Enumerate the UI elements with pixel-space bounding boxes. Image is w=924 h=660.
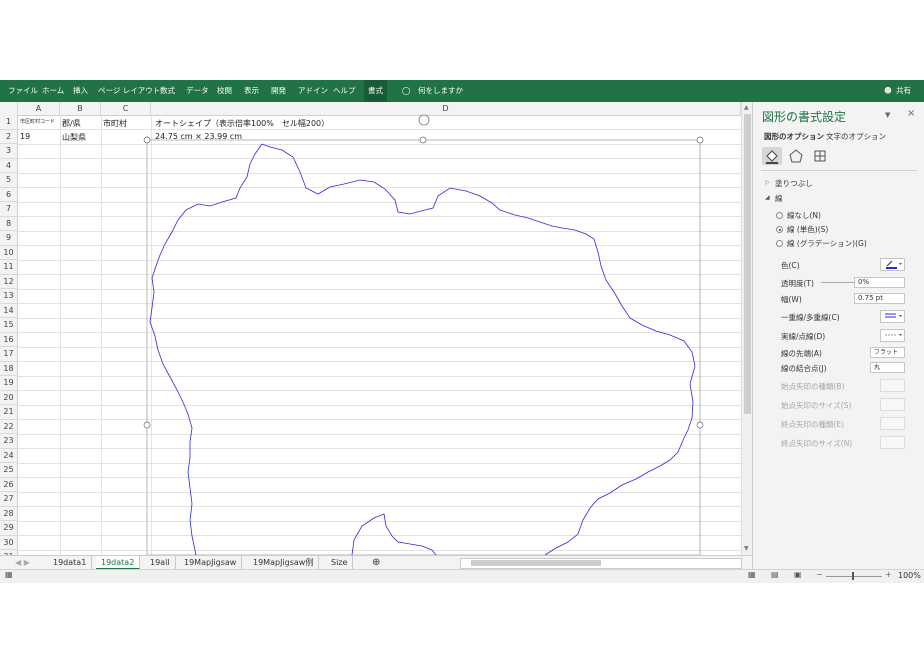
- cap-type-dropdown[interactable]: フラット: [870, 347, 905, 358]
- selection-frame: [146, 139, 701, 555]
- sheet-tab[interactable]: 19MapJigsaw: [179, 556, 243, 570]
- sheet-tab[interactable]: 19all: [145, 556, 176, 570]
- sheet-nav-icon[interactable]: ◀ ▶: [10, 556, 35, 570]
- radio-solid-line[interactable]: [776, 226, 783, 233]
- tab-view[interactable]: 表示: [244, 80, 259, 102]
- begin-arrow-size-label: 始点矢印のサイズ(S): [781, 401, 852, 410]
- resize-handle[interactable]: [419, 136, 427, 144]
- tab-review[interactable]: 校閲: [217, 80, 232, 102]
- freeform-shape[interactable]: [0, 102, 741, 555]
- transparency-slider[interactable]: [821, 282, 854, 283]
- end-arrow-size-label: 終点矢印のサイズ(N): [781, 439, 853, 448]
- join-type-value: 丸: [874, 364, 881, 371]
- lightbulb-icon: ◯: [402, 86, 411, 95]
- macro-record-icon[interactable]: ▦: [5, 570, 13, 579]
- end-arrow-type-dropdown[interactable]: [880, 417, 905, 430]
- zoom-out-icon[interactable]: −: [816, 570, 823, 579]
- radio-no-line-label[interactable]: 線なし(N): [787, 210, 821, 221]
- tab-file[interactable]: ファイル: [8, 80, 38, 102]
- join-type-dropdown[interactable]: 丸: [870, 362, 905, 373]
- pane-options-icon[interactable]: ▼: [885, 111, 890, 119]
- scroll-up-icon[interactable]: ▲: [744, 104, 749, 111]
- section-line[interactable]: 線: [775, 193, 783, 204]
- radio-no-line[interactable]: [776, 212, 783, 219]
- status-bar: ▦ ▦ ▤ ▣ − + 100%: [0, 569, 924, 583]
- tab-page-layout[interactable]: ページ レイアウト: [98, 80, 160, 102]
- sheet-tab-bar: ◀ ▶ 19data1 19data2 19all 19MapJigsaw 19…: [0, 555, 752, 570]
- page-break-view-icon[interactable]: ▣: [794, 570, 802, 579]
- pane-divider: [761, 170, 917, 171]
- sheet-tab-active[interactable]: 19data2: [96, 556, 141, 570]
- add-sheet-icon[interactable]: ⊕: [367, 556, 385, 570]
- page-layout-view-icon[interactable]: ▤: [771, 570, 779, 579]
- chevron-right-icon[interactable]: ▷: [765, 179, 770, 186]
- horizontal-scrollbar[interactable]: [460, 558, 742, 569]
- radio-solid-line-label[interactable]: 線 (単色)(S): [787, 224, 828, 235]
- close-icon[interactable]: ×: [907, 108, 915, 119]
- section-fill[interactable]: 塗りつぶし: [775, 178, 813, 189]
- transparency-input[interactable]: 0%: [854, 277, 905, 288]
- zoom-level[interactable]: 100%: [898, 571, 921, 580]
- compound-type-label: 一重線/多重線(C): [781, 313, 840, 322]
- zoom-in-icon[interactable]: +: [885, 570, 892, 579]
- horizontal-scroll-thumb[interactable]: [471, 560, 601, 566]
- zoom-slider-thumb[interactable]: [852, 572, 854, 580]
- cap-type-value: フラット: [874, 349, 899, 356]
- tab-formulas[interactable]: 数式: [160, 80, 175, 102]
- tab-data[interactable]: データ: [186, 80, 209, 102]
- tab-format[interactable]: 書式: [364, 80, 387, 102]
- effects-icon[interactable]: [787, 147, 805, 165]
- radio-gradient-line-label[interactable]: 線 (グラデーション)(G): [787, 238, 867, 249]
- person-icon: ☻: [884, 86, 892, 95]
- size-properties-icon[interactable]: [811, 147, 829, 165]
- compound-type-dropdown[interactable]: [880, 310, 905, 323]
- scroll-down-icon[interactable]: ▼: [744, 545, 749, 552]
- map-outline[interactable]: [261, 143, 696, 555]
- sheet-tab[interactable]: 19MapJigsaw例: [248, 556, 320, 570]
- tab-home[interactable]: ホーム: [42, 80, 64, 102]
- scroll-thumb[interactable]: [744, 114, 751, 414]
- chevron-down-icon[interactable]: ◢: [765, 194, 770, 201]
- line-color-picker[interactable]: [880, 258, 905, 271]
- color-label: 色(C): [781, 261, 800, 270]
- tab-shape-options[interactable]: 図形のオプション: [764, 131, 824, 142]
- begin-arrow-type-label: 始点矢印の種類(B): [781, 382, 845, 391]
- resize-handle[interactable]: [143, 136, 151, 144]
- tab-developer[interactable]: 開発: [271, 80, 286, 102]
- end-arrow-type-label: 終点矢印の種類(E): [781, 420, 845, 429]
- ribbon-tab-bar: ファイル ホーム 挿入 ページ レイアウト 数式 データ 校閲 表示 開発 アド…: [0, 80, 924, 102]
- zoom-slider[interactable]: [826, 576, 882, 577]
- normal-view-icon[interactable]: ▦: [748, 570, 756, 579]
- width-input[interactable]: 0.75 pt: [854, 293, 905, 304]
- tab-insert[interactable]: 挿入: [73, 80, 88, 102]
- cap-type-label: 線の先端(A): [781, 349, 822, 358]
- format-shape-pane: 図形の書式設定 ▼ × 図形のオプション 文字のオプション ▷ 塗りつぶし ◢ …: [752, 102, 924, 569]
- map-outline-left[interactable]: [149, 143, 263, 555]
- width-label: 幅(W): [781, 295, 802, 304]
- resize-handle[interactable]: [143, 421, 151, 429]
- pane-title: 図形の書式設定: [762, 110, 847, 124]
- resize-handle[interactable]: [696, 421, 704, 429]
- transparency-label: 透明度(T): [781, 279, 814, 288]
- sheet-tab[interactable]: Size: [326, 556, 354, 570]
- begin-arrow-size-dropdown[interactable]: [880, 398, 905, 411]
- rotate-handle[interactable]: [418, 114, 430, 126]
- fill-line-icon[interactable]: [762, 147, 782, 165]
- sheet-tab[interactable]: 19data1: [48, 556, 93, 570]
- begin-arrow-type-dropdown[interactable]: [880, 379, 905, 392]
- share-button[interactable]: 共有: [896, 80, 911, 102]
- tab-addins[interactable]: アドイン: [298, 80, 328, 102]
- tab-help[interactable]: ヘルプ: [333, 80, 356, 102]
- dash-type-dropdown[interactable]: [880, 329, 905, 342]
- end-arrow-size-dropdown[interactable]: [880, 436, 905, 449]
- map-outline-bottom[interactable]: [351, 513, 437, 555]
- resize-handle[interactable]: [696, 136, 704, 144]
- tell-me-search[interactable]: 何をしますか: [418, 80, 463, 102]
- dash-type-label: 実線/点線(D): [781, 332, 826, 341]
- tab-text-options[interactable]: 文字のオプション: [826, 131, 886, 142]
- radio-gradient-line[interactable]: [776, 240, 783, 247]
- join-type-label: 線の結合点(J): [781, 364, 827, 373]
